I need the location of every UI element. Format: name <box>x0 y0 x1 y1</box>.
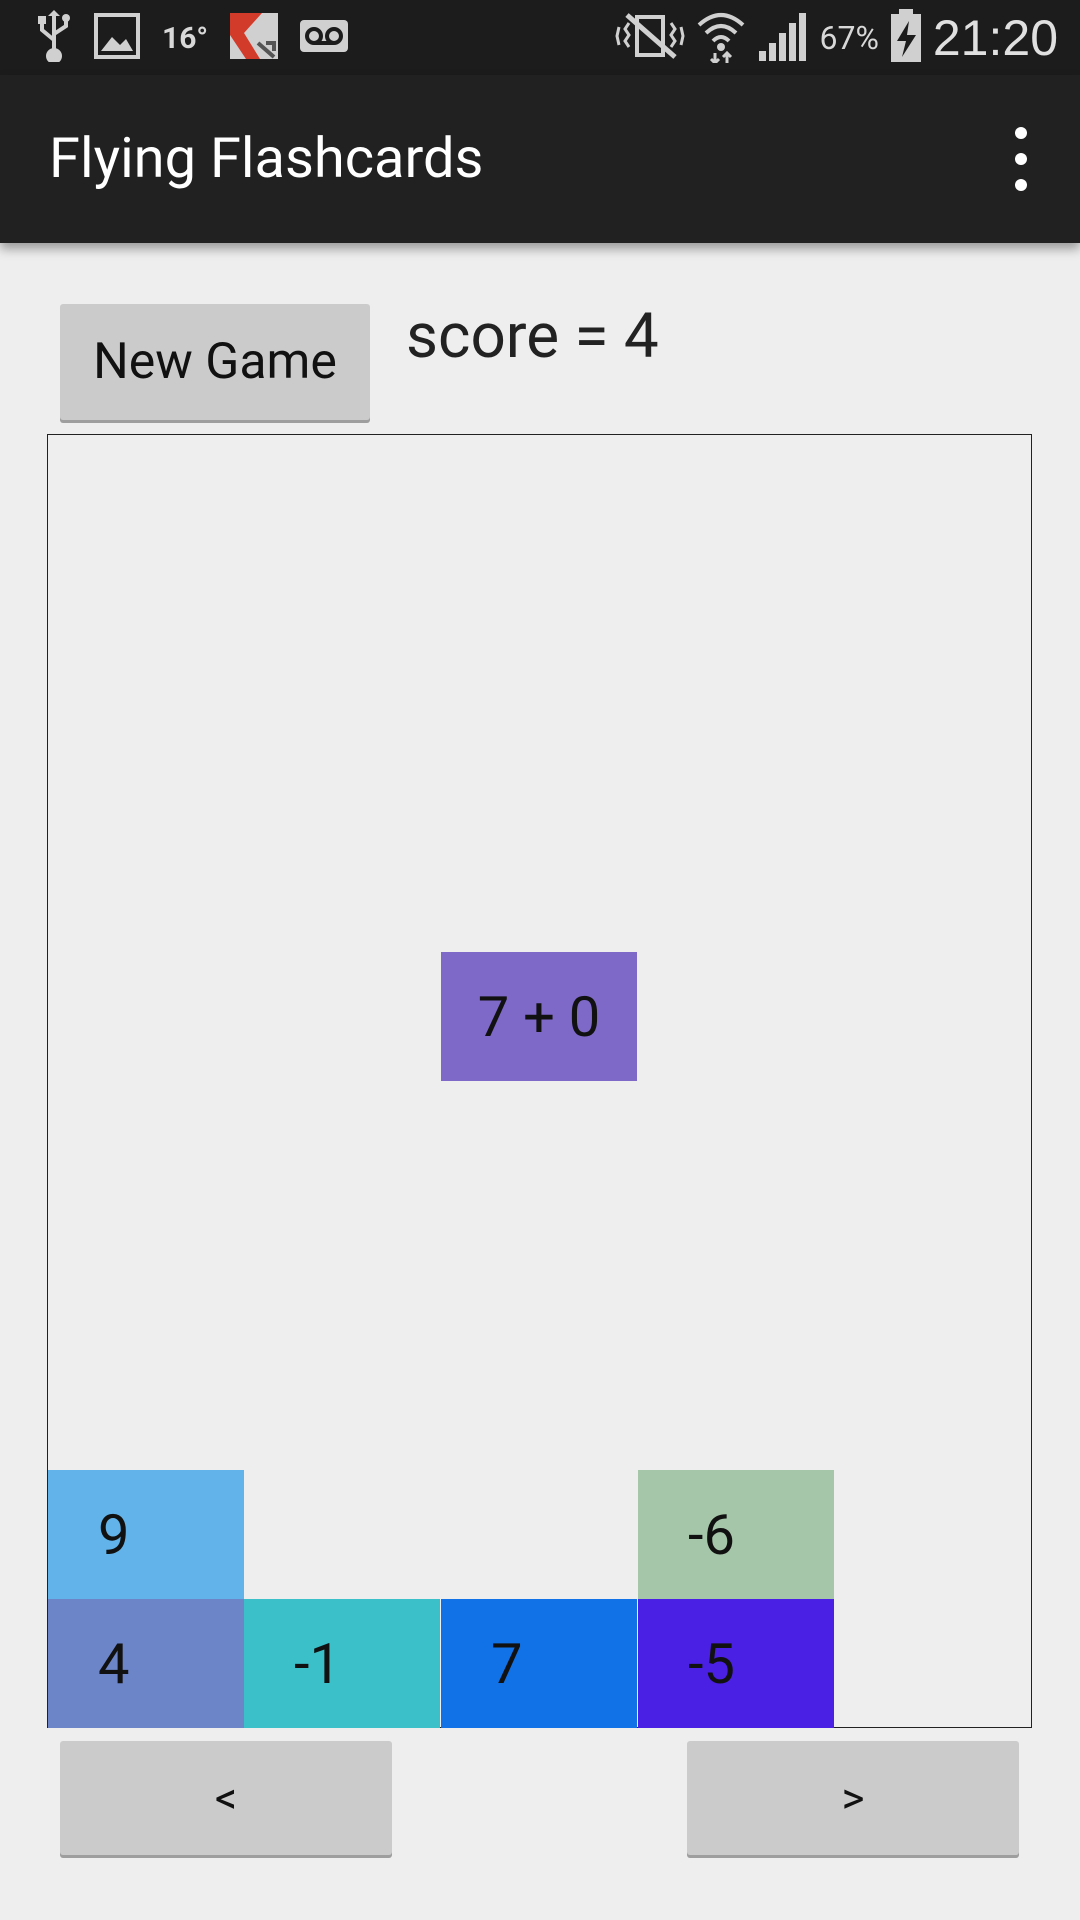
wifi-icon <box>695 9 747 67</box>
game-board: 7 + 0 9 -6 4 -1 7 -5 <box>47 434 1032 1728</box>
overflow-menu-icon[interactable] <box>990 123 1050 195</box>
score-label: score = 4 <box>406 300 659 373</box>
stack-card-minus-5: -5 <box>638 1599 834 1728</box>
action-bar: Flying Flashcards <box>0 75 1080 243</box>
move-left-button[interactable]: < <box>60 1741 392 1855</box>
clock: 21:20 <box>932 10 1058 66</box>
stack-card-minus-1: -1 <box>244 1599 440 1728</box>
move-right-button[interactable]: > <box>687 1741 1019 1855</box>
image-icon <box>94 13 140 63</box>
new-game-button[interactable]: New Game <box>60 304 370 420</box>
status-bar: 16° 67% 21:20 <box>0 0 1080 75</box>
temperature-label: 16° <box>162 20 209 56</box>
app-title: Flying Flashcards <box>49 125 484 191</box>
battery-percent: 67% <box>819 19 879 57</box>
usb-icon <box>36 10 72 66</box>
stack-card-minus-6: -6 <box>638 1470 834 1599</box>
stack-card-4: 4 <box>48 1599 244 1728</box>
signal-icon <box>757 11 809 65</box>
kaspersky-icon <box>230 13 279 63</box>
stack-card-9: 9 <box>48 1470 244 1599</box>
voicemail-icon <box>300 20 349 56</box>
battery-charging-icon <box>889 9 923 67</box>
vibrate-icon <box>615 11 686 65</box>
status-right-icons: 67% 21:20 <box>615 8 1058 68</box>
falling-card: 7 + 0 <box>441 952 637 1081</box>
status-left-icons: 16° <box>36 10 349 66</box>
stack-card-7: 7 <box>441 1599 637 1728</box>
